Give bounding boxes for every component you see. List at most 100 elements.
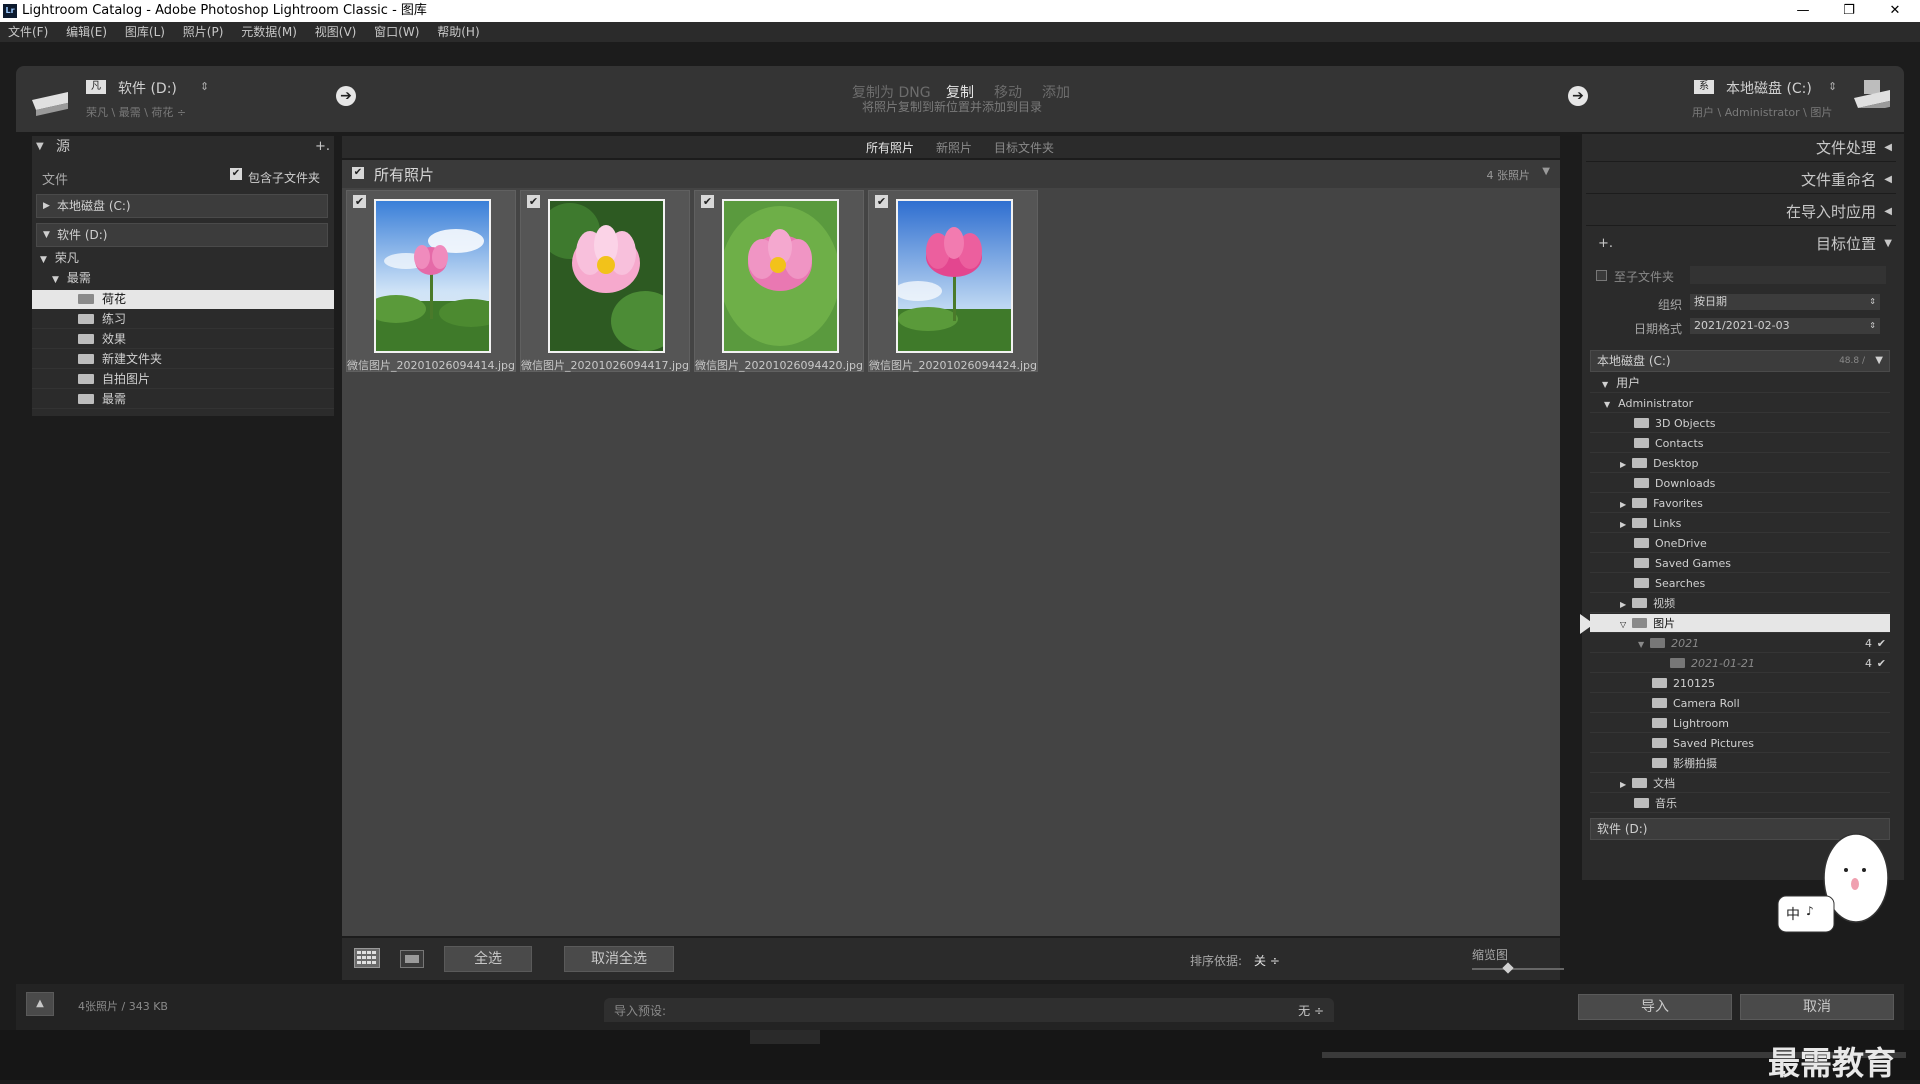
expand-triangle-icon[interactable]: ▶: [1620, 500, 1626, 509]
tree-folder-2021-01-21[interactable]: 2021-01-21 4 ✔: [1590, 654, 1890, 673]
ime-punctuation-icon[interactable]: ♪: [1806, 904, 1814, 918]
dropdown-icon[interactable]: ⇕: [1869, 318, 1876, 334]
maximize-button[interactable]: ❐: [1826, 0, 1872, 22]
source-drive-label[interactable]: 软件 (D:): [118, 78, 177, 98]
collapse-triangle-icon[interactable]: ▼: [40, 255, 47, 265]
photo-thumbnail[interactable]: ✔ 微信图片_20201026094424.jpg: [868, 190, 1038, 372]
collapse-triangle-icon[interactable]: ▽: [1620, 620, 1626, 629]
menu-help[interactable]: 帮助(H): [437, 22, 479, 42]
menu-library[interactable]: 图库(L): [125, 22, 165, 42]
source-dropdown-icon[interactable]: ⇕: [200, 80, 209, 93]
photo-checkbox[interactable]: ✔: [875, 195, 888, 208]
tree-folder[interactable]: 3D Objects: [1590, 414, 1890, 433]
tree-folder[interactable]: Lightroom: [1590, 714, 1890, 733]
section-destination[interactable]: +. 目标位置 ▼: [1586, 230, 1896, 258]
tree-folder[interactable]: Camera Roll: [1590, 694, 1890, 713]
import-button[interactable]: 导入: [1578, 994, 1732, 1020]
tree-folder[interactable]: Contacts: [1590, 434, 1890, 453]
ime-chinese-label[interactable]: 中: [1786, 904, 1800, 924]
tree-folder[interactable]: ▶ 视频: [1590, 594, 1890, 613]
photo-checkbox[interactable]: ✔: [701, 195, 714, 208]
select-all-checkbox[interactable]: ✔: [352, 167, 364, 179]
expand-triangle-icon[interactable]: ▶: [1620, 460, 1626, 469]
section-file-handling[interactable]: 文件处理 ◀: [1586, 134, 1896, 162]
tree-folder[interactable]: Saved Games: [1590, 554, 1890, 573]
organize-dropdown[interactable]: 按日期 ⇕: [1690, 294, 1880, 310]
tab-new-photos[interactable]: 新照片: [936, 139, 972, 156]
tree-folder-zuixu[interactable]: ▼ 最需: [52, 269, 91, 288]
tree-folder[interactable]: 210125: [1590, 674, 1890, 693]
add-destination-icon[interactable]: +.: [1598, 230, 1613, 258]
tree-folder-lianxi[interactable]: 练习: [32, 310, 334, 329]
thumbnail-size-slider[interactable]: [1472, 968, 1564, 970]
deselect-all-button[interactable]: 取消全选: [564, 946, 674, 972]
sort-dropdown[interactable]: 关 ÷: [1254, 952, 1280, 969]
grid-header-menu-icon[interactable]: ▼: [1542, 166, 1550, 177]
collapse-triangle-icon[interactable]: ▼: [52, 275, 59, 285]
collapse-triangle-icon[interactable]: ▼: [1602, 380, 1608, 389]
tree-folder-new[interactable]: 新建文件夹: [32, 350, 334, 369]
tree-folder[interactable]: 音乐: [1590, 794, 1890, 813]
menu-edit[interactable]: 编辑(E): [66, 22, 107, 42]
source-drive-icon[interactable]: [28, 86, 68, 116]
photo-checkbox[interactable]: ✔: [527, 195, 540, 208]
import-preset-dropdown[interactable]: 无 ÷: [1298, 1002, 1324, 1019]
mode-add[interactable]: 添加: [1042, 82, 1070, 102]
expand-triangle-icon[interactable]: ▶: [1620, 520, 1626, 529]
tree-folder[interactable]: ▶ Desktop: [1590, 454, 1890, 473]
tree-folder-2021[interactable]: ▼ 2021 4 ✔: [1590, 634, 1890, 653]
tree-folder-hehua-selected[interactable]: 荷花: [32, 290, 334, 309]
tree-users[interactable]: ▼ 用户: [1590, 374, 1890, 393]
photo-thumbnail[interactable]: ✔ 微信图片_20201026094417.jpg: [520, 190, 690, 372]
check-icon[interactable]: ✔: [1877, 634, 1886, 653]
expand-triangle-icon[interactable]: ◀: [1884, 198, 1892, 226]
into-subfolder-checkbox[interactable]: [1596, 270, 1607, 281]
collapse-triangle-icon[interactable]: ▼: [36, 136, 44, 158]
tree-folder[interactable]: ▶ Favorites: [1590, 494, 1890, 513]
date-format-dropdown[interactable]: 2021/2021-02-03 ⇕: [1690, 318, 1880, 334]
slider-handle[interactable]: [1502, 962, 1514, 974]
tree-folder-selfie[interactable]: 自拍图片: [32, 370, 334, 389]
destination-dropdown-icon[interactable]: ⇕: [1828, 80, 1837, 93]
tree-folder[interactable]: ▶ 文档: [1590, 774, 1890, 793]
grid-view-icon[interactable]: [354, 948, 380, 968]
drive-c-row[interactable]: ▶ 本地磁盘 (C:): [36, 194, 328, 218]
source-panel-header[interactable]: ▼ 源 +.: [32, 136, 334, 158]
select-all-button[interactable]: 全选: [444, 946, 532, 972]
source-path[interactable]: 荣凡 \ 最需 \ 荷花 ÷: [86, 104, 186, 120]
expand-triangle-icon[interactable]: ▶: [1620, 600, 1626, 609]
tree-folder-pictures-selected[interactable]: ▽ 图片: [1590, 614, 1890, 633]
check-icon[interactable]: ✔: [1877, 654, 1886, 673]
menu-view[interactable]: 视图(V): [315, 22, 357, 42]
tree-folder[interactable]: Downloads: [1590, 474, 1890, 493]
close-button[interactable]: ✕: [1872, 0, 1918, 22]
collapse-triangle-icon[interactable]: ▼: [1875, 351, 1883, 371]
expand-panel-icon[interactable]: ▲: [26, 992, 54, 1016]
expand-triangle-icon[interactable]: ◀: [1884, 166, 1892, 194]
drive-d-row[interactable]: ▼ 软件 (D:): [36, 223, 328, 247]
collapse-triangle-icon[interactable]: ▼: [43, 224, 50, 246]
collapse-triangle-icon[interactable]: ▼: [1638, 640, 1644, 649]
tree-folder-rongfan[interactable]: ▼ 荣凡: [40, 249, 79, 268]
photo-thumbnail[interactable]: ✔ 微信图片_20201026094414.jpg: [346, 190, 516, 372]
menu-file[interactable]: 文件(F): [8, 22, 48, 42]
tree-folder[interactable]: Saved Pictures: [1590, 734, 1890, 753]
destination-path[interactable]: 用户 \ Administrator \ 图片: [1692, 104, 1832, 120]
expand-triangle-icon[interactable]: ▶: [43, 195, 50, 217]
tab-destination-folders[interactable]: 目标文件夹: [994, 139, 1054, 156]
tree-folder-zuixu2[interactable]: 最需: [32, 390, 334, 409]
filmstrip-selected-frame[interactable]: [750, 1030, 820, 1044]
tree-folder-xiaoguo[interactable]: 效果: [32, 330, 334, 349]
tree-folder[interactable]: OneDrive: [1590, 534, 1890, 553]
add-source-icon[interactable]: +.: [315, 136, 330, 158]
photo-thumbnail[interactable]: ✔ 微信图片_20201026094420.jpg: [694, 190, 864, 372]
section-apply-during-import[interactable]: 在导入时应用 ◀: [1586, 198, 1896, 226]
expand-triangle-icon[interactable]: ◀: [1884, 134, 1892, 162]
tree-administrator[interactable]: ▼ Administrator: [1590, 394, 1890, 413]
menu-window[interactable]: 窗口(W): [374, 22, 419, 42]
section-file-rename[interactable]: 文件重命名 ◀: [1586, 166, 1896, 194]
dropdown-icon[interactable]: ⇕: [1869, 294, 1876, 310]
collapse-triangle-icon[interactable]: ▼: [1604, 400, 1610, 409]
photo-checkbox[interactable]: ✔: [353, 195, 366, 208]
tree-folder[interactable]: ▶ Links: [1590, 514, 1890, 533]
